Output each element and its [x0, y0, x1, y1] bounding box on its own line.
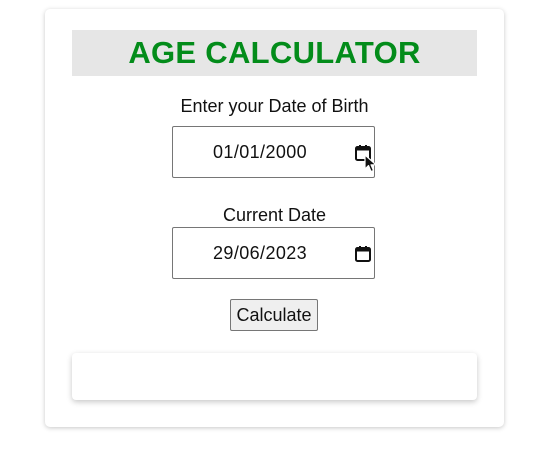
- result-box: [72, 353, 477, 400]
- page-title: AGE CALCULATOR: [128, 35, 421, 70]
- title-bar: AGE CALCULATOR: [72, 30, 477, 76]
- current-date-input[interactable]: 29/06/2023: [172, 227, 375, 279]
- calendar-icon[interactable]: [354, 245, 372, 263]
- current-date-value[interactable]: 29/06/2023: [213, 243, 307, 264]
- calculate-button[interactable]: Calculate: [230, 299, 318, 331]
- current-date-label: Current Date: [222, 205, 327, 225]
- dob-date-value[interactable]: 01/01/2000: [213, 142, 307, 163]
- mouse-cursor-icon: [364, 154, 377, 173]
- age-calculator-card: AGE CALCULATOR Enter your Date of Birth …: [45, 9, 504, 427]
- dob-label: Enter your Date of Birth: [180, 96, 369, 116]
- dob-date-input[interactable]: 01/01/2000: [172, 126, 377, 178]
